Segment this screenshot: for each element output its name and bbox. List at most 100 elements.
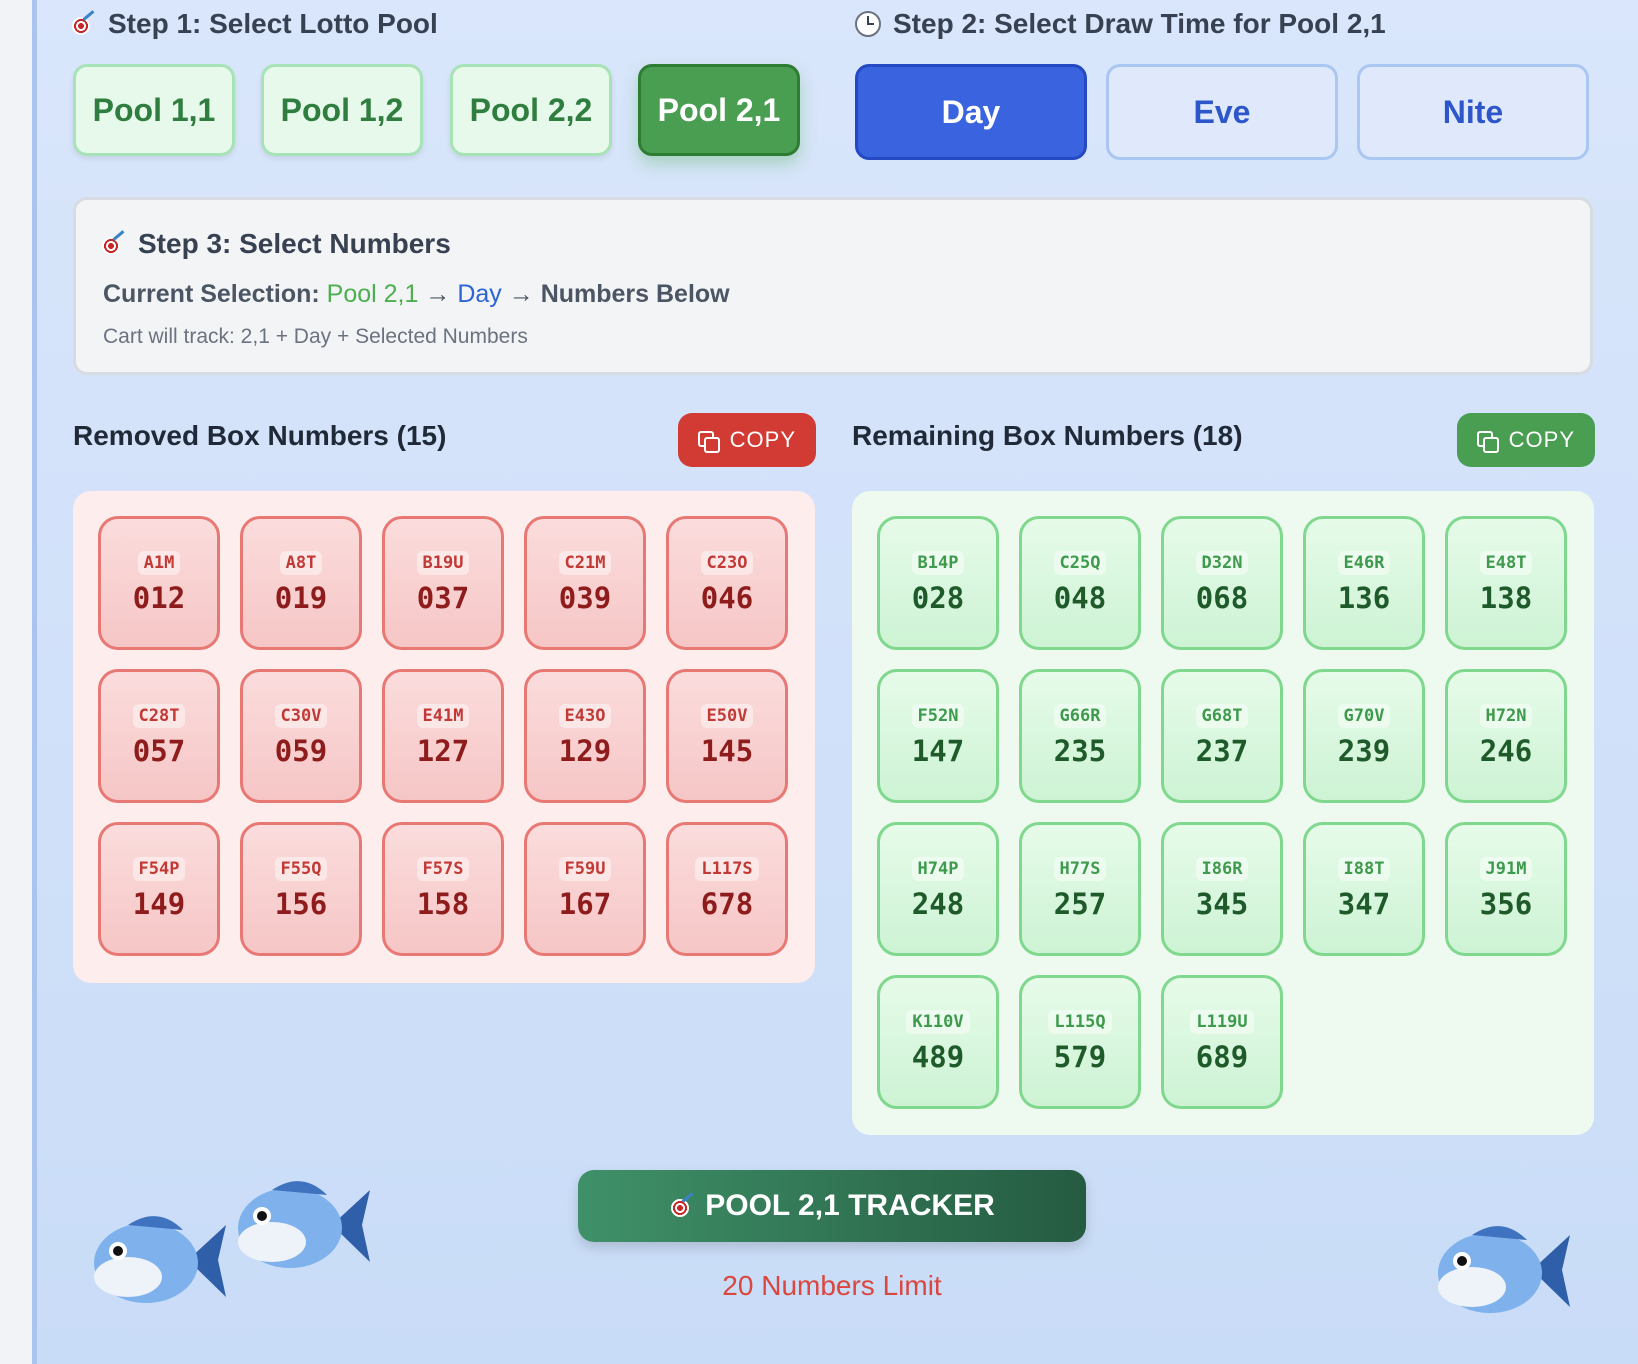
remaining-tile[interactable]: H72N 246 xyxy=(1445,669,1567,803)
box-code: J91M xyxy=(1479,857,1533,881)
box-number: 158 xyxy=(416,887,470,921)
copy-icon xyxy=(698,431,720,453)
copy-removed-button[interactable]: COPY xyxy=(678,413,816,467)
remaining-tile[interactable]: L119U 689 xyxy=(1161,975,1283,1109)
removed-tile[interactable]: A1M 012 xyxy=(98,516,220,650)
box-number: 237 xyxy=(1195,734,1249,768)
removed-tile[interactable]: C21M 039 xyxy=(524,516,646,650)
removed-tile[interactable]: B19U 037 xyxy=(382,516,504,650)
box-code: F57S xyxy=(416,857,470,881)
box-number: 048 xyxy=(1053,581,1107,615)
box-code: I86R xyxy=(1195,857,1249,881)
pool-button-1-2[interactable]: Pool 1,2 xyxy=(261,64,423,156)
box-number: 345 xyxy=(1195,887,1249,921)
box-number: 145 xyxy=(700,734,754,768)
removed-tile[interactable]: A8T 019 xyxy=(240,516,362,650)
box-number: 579 xyxy=(1053,1040,1107,1074)
box-number: 248 xyxy=(911,887,965,921)
selection-label: Current Selection: xyxy=(103,280,320,308)
box-number: 246 xyxy=(1479,734,1533,768)
box-code: E46R xyxy=(1337,551,1391,575)
box-code: E50V xyxy=(700,704,754,728)
removed-tile[interactable]: F57S 158 xyxy=(382,822,504,956)
box-code: H74P xyxy=(911,857,965,881)
step3-title: Step 3: Select Numbers xyxy=(138,228,451,259)
remaining-tile[interactable]: E48T 138 xyxy=(1445,516,1567,650)
box-number: 039 xyxy=(558,581,612,615)
remaining-tile[interactable]: G66R 235 xyxy=(1019,669,1141,803)
box-number: 235 xyxy=(1053,734,1107,768)
box-code: A1M xyxy=(137,551,181,575)
removed-tile[interactable]: C30V 059 xyxy=(240,669,362,803)
box-code: C28T xyxy=(132,704,186,728)
copy-icon xyxy=(1477,431,1499,453)
remaining-tile[interactable]: L115Q 579 xyxy=(1019,975,1141,1109)
step2-heading: Step 2: Select Draw Time for Pool 2,1 xyxy=(855,8,1386,40)
remaining-tile[interactable]: B14P 028 xyxy=(877,516,999,650)
pool-button-1-1[interactable]: Pool 1,1 xyxy=(73,64,235,156)
box-number: 167 xyxy=(558,887,612,921)
copy-remaining-button[interactable]: COPY xyxy=(1457,413,1595,467)
box-number: 136 xyxy=(1337,581,1391,615)
time-button-nite[interactable]: Nite xyxy=(1357,64,1589,160)
removed-tile[interactable]: C23O 046 xyxy=(666,516,788,650)
pool-tracker-button[interactable]: POOL 2,1 TRACKER xyxy=(578,1170,1086,1242)
box-code: H77S xyxy=(1053,857,1107,881)
removed-grid: A1M 012 A8T 019 B19U 037 C21M 039 C23O 046 C28T 057… xyxy=(73,491,815,983)
removed-tile[interactable]: F54P 149 xyxy=(98,822,220,956)
copy-label: COPY xyxy=(1508,427,1575,452)
remaining-tile[interactable]: G68T 237 xyxy=(1161,669,1283,803)
remaining-tile[interactable]: E46R 136 xyxy=(1303,516,1425,650)
box-number: 347 xyxy=(1337,887,1391,921)
tracker-label: POOL 2,1 TRACKER xyxy=(705,1189,995,1222)
arrow-right-icon: → xyxy=(425,280,451,308)
removed-tile[interactable]: C28T 057 xyxy=(98,669,220,803)
box-number: 149 xyxy=(132,887,186,921)
box-code: F52N xyxy=(911,704,965,728)
current-selection: Current Selection: Pool 2,1 → Day → Numb… xyxy=(103,280,730,309)
box-code: B14P xyxy=(911,551,965,575)
remaining-tile[interactable]: J91M 356 xyxy=(1445,822,1567,956)
box-number: 129 xyxy=(558,734,612,768)
removed-tile[interactable]: E41M 127 xyxy=(382,669,504,803)
pool-button-2-2[interactable]: Pool 2,2 xyxy=(450,64,612,156)
removed-title: Removed Box Numbers (15) xyxy=(73,420,447,451)
remaining-tile[interactable]: K110V 489 xyxy=(877,975,999,1109)
box-code: A8T xyxy=(279,551,323,575)
remaining-tile[interactable]: C25Q 048 xyxy=(1019,516,1141,650)
box-number: 012 xyxy=(132,581,186,615)
box-number: 059 xyxy=(274,734,328,768)
removed-tile[interactable]: F55Q 156 xyxy=(240,822,362,956)
box-code: B19U xyxy=(416,551,470,575)
time-button-eve[interactable]: Eve xyxy=(1106,64,1338,160)
remaining-tile[interactable]: I88T 347 xyxy=(1303,822,1425,956)
fish-icon xyxy=(1438,1226,1570,1313)
removed-tile[interactable]: E50V 145 xyxy=(666,669,788,803)
box-number: 068 xyxy=(1195,581,1249,615)
box-number: 127 xyxy=(416,734,470,768)
box-number: 037 xyxy=(416,581,470,615)
remaining-tile[interactable]: D32N 068 xyxy=(1161,516,1283,650)
box-number: 356 xyxy=(1479,887,1533,921)
remaining-tile[interactable]: I86R 345 xyxy=(1161,822,1283,956)
box-number: 239 xyxy=(1337,734,1391,768)
copy-label: COPY xyxy=(729,427,796,452)
remaining-tile[interactable]: H77S 257 xyxy=(1019,822,1141,956)
box-code: F55Q xyxy=(274,857,328,881)
box-code: E43O xyxy=(558,704,612,728)
box-number: 489 xyxy=(911,1040,965,1074)
remaining-tile[interactable]: F52N 147 xyxy=(877,669,999,803)
remaining-tile[interactable]: H74P 248 xyxy=(877,822,999,956)
pool-button-2-1[interactable]: Pool 2,1 xyxy=(638,64,800,156)
selection-tail: Numbers Below xyxy=(540,280,730,308)
time-button-day[interactable]: Day xyxy=(855,64,1087,160)
removed-tile[interactable]: F59U 167 xyxy=(524,822,646,956)
box-code: G66R xyxy=(1053,704,1107,728)
box-code: E48T xyxy=(1479,551,1533,575)
box-code: C30V xyxy=(274,704,328,728)
removed-tile[interactable]: L117S 678 xyxy=(666,822,788,956)
removed-tile[interactable]: E43O 129 xyxy=(524,669,646,803)
box-code: L119U xyxy=(1190,1010,1254,1034)
arrow-right-icon: → xyxy=(508,280,534,308)
remaining-tile[interactable]: G70V 239 xyxy=(1303,669,1425,803)
